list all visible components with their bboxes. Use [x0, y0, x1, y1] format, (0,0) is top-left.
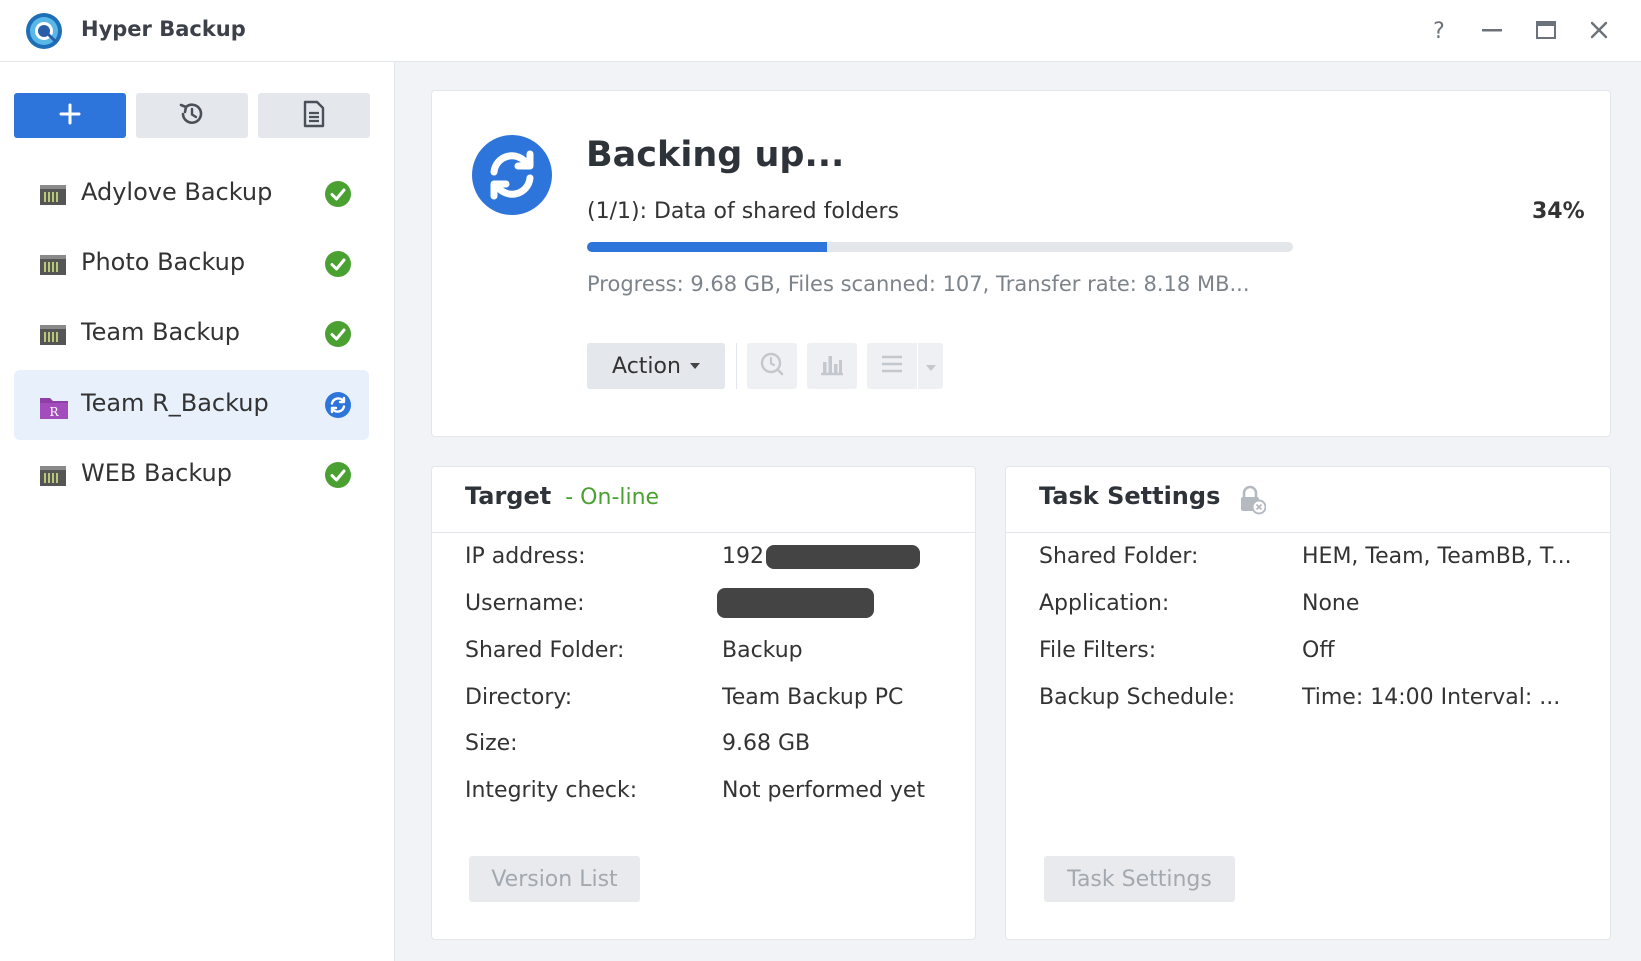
progress-bar-fill	[587, 242, 828, 252]
restore-history-icon	[177, 99, 207, 133]
task-item-team-backup[interactable]: Team Backup	[14, 299, 369, 369]
list-icon	[880, 354, 904, 378]
task-sidebar: Adylove Backup Photo Backup Team Backup …	[0, 62, 395, 961]
more-options-dropdown[interactable]	[918, 343, 943, 389]
redacted-mask	[717, 588, 874, 618]
minimize-icon[interactable]	[1474, 12, 1510, 48]
settings-label-schedule: Backup Schedule:	[1039, 685, 1236, 710]
nas-icon	[39, 253, 67, 277]
nas-icon	[39, 323, 67, 347]
settings-value-file-filters: Off	[1302, 638, 1335, 663]
task-label: Photo Backup	[81, 248, 246, 276]
backup-status-card: Backing up... (1/1): Data of shared fold…	[431, 90, 1611, 437]
nas-icon	[39, 464, 67, 488]
success-icon	[324, 461, 352, 489]
task-label: WEB Backup	[81, 459, 232, 487]
redacted-mask	[766, 545, 920, 569]
settings-value-application: None	[1302, 591, 1360, 616]
status-detail: Progress: 9.68 GB, Files scanned: 107, T…	[587, 272, 1250, 296]
target-label-username: Username:	[465, 591, 585, 616]
toolbar-divider	[736, 343, 737, 389]
task-item-photo-backup[interactable]: Photo Backup	[14, 229, 369, 299]
integrity-check-button[interactable]	[747, 343, 797, 389]
title-bar: Hyper Backup ?	[0, 0, 1641, 62]
remote-folder-icon: R	[39, 394, 68, 419]
help-icon[interactable]: ?	[1421, 12, 1457, 48]
settings-label-file-filters: File Filters:	[1039, 638, 1157, 663]
target-value-directory: Team Backup PC	[722, 685, 904, 710]
target-value-size: 9.68 GB	[722, 731, 811, 756]
settings-value-shared-folder: HEM, Team, TeamBB, T...	[1302, 544, 1572, 569]
task-label: Team Backup	[81, 318, 241, 346]
status-title: Backing up...	[586, 135, 845, 175]
settings-label-application: Application:	[1039, 591, 1170, 616]
target-heading: Target	[465, 482, 552, 510]
target-label-shared-folder: Shared Folder:	[465, 638, 625, 663]
progress-bar	[587, 242, 1293, 252]
target-value-shared-folder: Backup	[722, 638, 803, 663]
app-title: Hyper Backup	[81, 17, 246, 41]
version-list-button[interactable]: Version List	[469, 856, 640, 902]
task-item-adylove-backup[interactable]: Adylove Backup	[14, 159, 369, 229]
caret-down-icon	[689, 363, 700, 369]
task-settings-card: Task Settings Shared Folder: HEM, Team, …	[1005, 466, 1611, 940]
action-dropdown-button[interactable]: Action	[587, 343, 725, 389]
target-title: Target - On-line	[465, 482, 659, 510]
log-button[interactable]	[258, 93, 370, 138]
task-settings-button[interactable]: Task Settings	[1044, 856, 1235, 902]
target-value-integrity: Not performed yet	[722, 778, 926, 803]
status-subtitle: (1/1): Data of shared folders	[587, 199, 899, 224]
backup-sync-icon	[472, 135, 552, 215]
hyper-backup-logo-icon	[24, 11, 64, 51]
task-label: Team R_Backup	[81, 389, 269, 417]
syncing-icon	[324, 391, 352, 419]
create-task-button[interactable]	[14, 93, 126, 138]
progress-percent: 34%	[1532, 199, 1585, 224]
task-item-web-backup[interactable]: WEB Backup	[14, 440, 369, 510]
encryption-off-icon	[1238, 485, 1267, 519]
action-label: Action	[612, 353, 681, 379]
target-card: Target - On-line IP address: 192. Usernam…	[431, 466, 976, 940]
settings-heading: Task Settings	[1039, 482, 1221, 510]
settings-title: Task Settings	[1039, 482, 1220, 510]
log-document-icon	[301, 99, 327, 133]
success-icon	[324, 320, 352, 348]
scheduled-check-icon	[759, 351, 785, 381]
target-online-status: - On-line	[565, 485, 660, 510]
maximize-icon[interactable]	[1528, 12, 1564, 48]
statistics-icon	[819, 352, 845, 380]
target-label-ip: IP address:	[465, 544, 586, 569]
task-item-team-r-backup[interactable]: R Team R_Backup	[14, 370, 369, 440]
target-label-directory: Directory:	[465, 685, 573, 710]
success-icon	[324, 250, 352, 278]
svg-text:R: R	[49, 405, 59, 419]
restore-button[interactable]	[136, 93, 248, 138]
svg-text:?: ?	[1433, 19, 1445, 42]
close-icon[interactable]	[1581, 12, 1617, 48]
more-options-button[interactable]	[867, 343, 917, 389]
plus-icon	[59, 103, 81, 129]
settings-label-shared-folder: Shared Folder:	[1039, 544, 1199, 569]
target-label-integrity: Integrity check:	[465, 778, 638, 803]
divider	[432, 532, 975, 533]
success-icon	[324, 180, 352, 208]
statistics-button[interactable]	[807, 343, 857, 389]
target-label-size: Size:	[465, 731, 518, 756]
dropdown-icon	[925, 357, 937, 376]
task-label: Adylove Backup	[81, 178, 273, 206]
settings-value-schedule: Time: 14:00 Interval: ...	[1302, 685, 1561, 710]
nas-icon	[39, 183, 67, 207]
divider	[1006, 532, 1610, 533]
